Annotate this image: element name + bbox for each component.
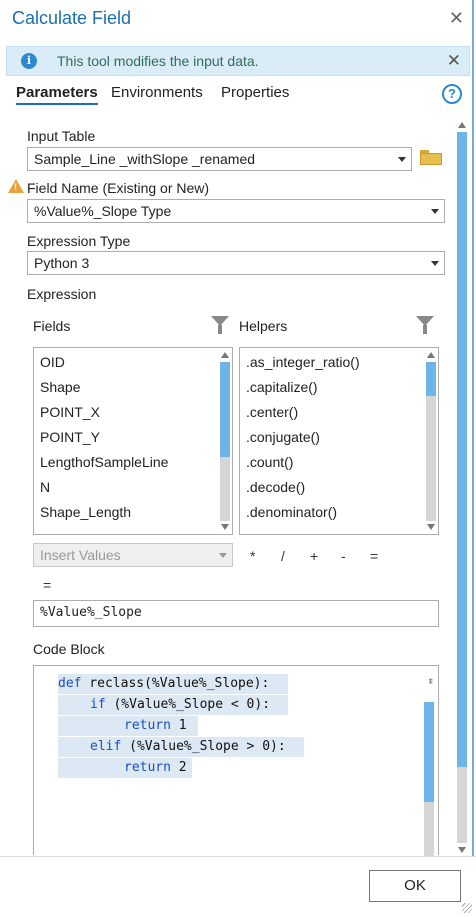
operator-subtract-button[interactable]: - [341, 548, 346, 564]
helpers-scrollbar[interactable] [424, 348, 438, 534]
scroll-up-icon[interactable] [221, 352, 229, 358]
list-item[interactable]: POINT_Y [40, 429, 100, 445]
code-line: return 1 [58, 716, 198, 736]
info-message: This tool modifies the input data. [57, 53, 259, 69]
splitter-icon[interactable]: ⇟ [427, 674, 434, 687]
code-line: return 2 [58, 758, 192, 778]
code-block-label: Code Block [33, 641, 105, 657]
folder-icon[interactable] [420, 150, 442, 165]
code-line: elif (%Value%_Slope > 0): [58, 737, 304, 757]
insert-values-dropdown[interactable]: Insert Values [33, 543, 233, 567]
code-scrollbar[interactable] [422, 688, 436, 856]
scroll-thumb[interactable] [457, 132, 467, 767]
list-item[interactable]: N [40, 479, 50, 495]
fields-scrollbar[interactable] [218, 348, 232, 534]
close-icon[interactable]: ✕ [449, 8, 464, 29]
scroll-track[interactable] [426, 396, 436, 521]
expression-input[interactable]: %Value%_Slope [33, 600, 439, 627]
dialog-footer: OK [0, 856, 476, 917]
scroll-down-icon[interactable] [458, 847, 466, 853]
scroll-track[interactable] [457, 767, 467, 843]
code-line: def reclass(%Value%_Slope): [58, 674, 288, 694]
list-item[interactable]: LengthofSampleLine [40, 454, 168, 470]
list-item[interactable]: Shape [40, 379, 80, 395]
help-icon[interactable]: ? [442, 84, 462, 104]
field-name-dropdown[interactable]: %Value%_Slope Type [27, 199, 445, 223]
list-item[interactable]: .denominator() [246, 504, 337, 520]
fields-label: Fields [33, 318, 71, 334]
chevron-down-icon [431, 261, 439, 266]
operator-divide-button[interactable]: / [281, 548, 285, 564]
fields-list[interactable]: OID Shape POINT_X POINT_Y LengthofSample… [33, 347, 233, 535]
scroll-thumb[interactable] [426, 362, 436, 396]
expression-label: Expression [27, 286, 97, 302]
list-item[interactable]: .count() [246, 454, 293, 470]
input-table-label: Input Table [27, 128, 96, 144]
expression-type-value: Python 3 [34, 255, 90, 271]
tab-properties[interactable]: Properties [221, 84, 289, 101]
list-item[interactable]: Shape_Length [40, 504, 131, 520]
info-banner: i This tool modifies the input data. ✕ [6, 46, 470, 76]
scroll-up-icon[interactable] [427, 352, 435, 358]
chevron-down-icon [219, 553, 227, 558]
list-item[interactable]: .conjugate() [246, 429, 320, 445]
scroll-track[interactable] [220, 457, 230, 521]
list-item[interactable]: OID [40, 354, 65, 370]
scroll-track[interactable] [424, 802, 434, 856]
info-close-icon[interactable]: ✕ [447, 51, 461, 71]
info-icon: i [21, 53, 37, 69]
helpers-filter-icon[interactable] [416, 316, 434, 336]
list-item[interactable]: .center() [246, 404, 298, 420]
scroll-down-icon[interactable] [221, 524, 229, 530]
chevron-down-icon [431, 209, 439, 214]
window-title: Calculate Field [12, 8, 132, 28]
expression-type-label: Expression Type [27, 233, 131, 249]
warning-icon: ! [8, 179, 24, 193]
operator-multiply-button[interactable]: * [250, 548, 255, 564]
tab-environments[interactable]: Environments [111, 84, 203, 101]
list-item[interactable]: POINT_X [40, 404, 100, 420]
operator-equals-button[interactable]: = [43, 577, 51, 593]
list-item[interactable]: .as_integer_ratio() [246, 354, 360, 370]
fields-filter-icon[interactable] [211, 316, 229, 336]
tab-parameters[interactable]: Parameters [16, 84, 98, 105]
list-item[interactable]: .capitalize() [246, 379, 318, 395]
operator-add-button[interactable]: + [310, 548, 318, 564]
code-line: if (%Value%_Slope < 0): [58, 695, 288, 715]
parameters-panel: Input Table Sample_Line _withSlope _rena… [0, 120, 476, 856]
ok-button[interactable]: OK [369, 870, 461, 902]
panel-scrollbar[interactable] [455, 120, 469, 855]
title-bar: Calculate Field ✕ [0, 0, 476, 40]
scroll-down-icon[interactable] [427, 524, 435, 530]
scroll-thumb[interactable] [424, 702, 434, 802]
chevron-down-icon [398, 157, 406, 162]
code-block-editor[interactable]: def reclass(%Value%_Slope): if (%Value%_… [33, 665, 439, 856]
field-name-label: Field Name (Existing or New) [27, 180, 210, 196]
insert-values-label: Insert Values [40, 547, 121, 563]
helpers-label: Helpers [239, 318, 288, 334]
operator-equals-button[interactable]: = [370, 548, 378, 564]
list-item[interactable]: .decode() [246, 479, 305, 495]
helpers-list[interactable]: .as_integer_ratio() .capitalize() .cente… [239, 347, 439, 535]
resize-grip-icon[interactable] [462, 903, 472, 913]
input-table-value: Sample_Line _withSlope _renamed [34, 151, 256, 167]
scroll-up-icon[interactable] [458, 122, 466, 128]
input-table-dropdown[interactable]: Sample_Line _withSlope _renamed [27, 147, 412, 171]
expression-type-dropdown[interactable]: Python 3 [27, 251, 445, 275]
field-name-value: %Value%_Slope Type [34, 203, 172, 219]
scroll-thumb[interactable] [220, 362, 230, 457]
